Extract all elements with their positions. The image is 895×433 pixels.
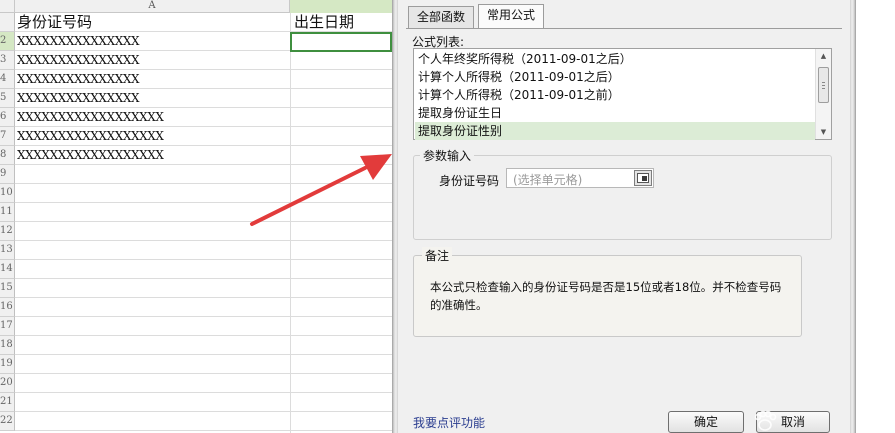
row-divider — [15, 354, 392, 355]
formula-list[interactable]: 个人年终奖所得税（2011-09-01之后） 计算个人所得税（2011-09-0… — [413, 48, 832, 140]
row-divider — [15, 297, 392, 298]
id-number-cell[interactable]: XXXXXXXXXXXXXXXXXX — [17, 146, 164, 165]
spreadsheet: A 2 3 4 5 6 7 8 9 10 11 12 13 14 15 16 17 18 19 20 21 22 身份证… — [0, 0, 392, 433]
row-header[interactable]: 10 — [0, 184, 15, 203]
row-header[interactable]: 6 — [0, 108, 15, 127]
row-header[interactable]: 19 — [0, 355, 15, 374]
scroll-up-icon[interactable]: ▲ — [816, 49, 831, 63]
row-header[interactable]: 8 — [0, 146, 15, 165]
column-divider — [290, 13, 291, 433]
param-id-placeholder: (选择单元格) — [513, 173, 583, 187]
row-header[interactable]: 20 — [0, 374, 15, 393]
row-header[interactable]: 5 — [0, 89, 15, 108]
row-divider — [15, 183, 392, 184]
formula-item-income-tax-before[interactable]: 计算个人所得税（2011-09-01之前） — [415, 86, 815, 104]
selected-cell-b2[interactable] — [290, 32, 392, 52]
column-header-a[interactable]: A — [15, 0, 290, 13]
scrollbar-thumb[interactable] — [818, 67, 829, 103]
row-divider — [15, 373, 392, 374]
formula-item-year-end-bonus-tax[interactable]: 个人年终奖所得税（2011-09-01之后） — [415, 50, 815, 68]
formula-item-extract-birthday[interactable]: 提取身份证生日 — [415, 104, 815, 122]
row-header[interactable]: 9 — [0, 165, 15, 184]
row-divider — [15, 335, 392, 336]
row-header[interactable]: 7 — [0, 127, 15, 146]
row-header[interactable] — [0, 13, 15, 32]
row-divider — [15, 316, 392, 317]
row-divider — [15, 278, 392, 279]
cell-b1-birth-header[interactable]: 出生日期 — [294, 13, 354, 32]
row-divider — [15, 259, 392, 260]
cancel-button[interactable]: 取消 — [756, 411, 830, 433]
scroll-down-icon[interactable]: ▼ — [816, 125, 831, 139]
param-id-label: 身份证号码 — [439, 174, 500, 188]
row-header[interactable]: 15 — [0, 279, 15, 298]
tab-common-formulas[interactable]: 常用公式 — [478, 4, 545, 29]
row-header[interactable]: 12 — [0, 222, 15, 241]
formula-item-extract-gender[interactable]: 提取身份证性别 — [415, 122, 815, 140]
id-number-cell[interactable]: XXXXXXXXXXXXXXXXXX — [17, 127, 164, 146]
select-range-icon[interactable] — [634, 170, 652, 186]
row-divider — [15, 202, 392, 203]
formula-list-scrollbar[interactable]: ▲ ▼ — [815, 49, 831, 139]
row-header[interactable]: 2 — [0, 32, 15, 51]
column-header-b[interactable] — [290, 0, 392, 13]
column-header-row: A — [0, 0, 392, 13]
row-header[interactable]: 21 — [0, 393, 15, 412]
id-number-cell[interactable]: XXXXXXXXXXXXXXX — [17, 70, 140, 89]
insert-function-dialog: 全部函数 常用公式 公式列表: 个人年终奖所得税（2011-09-01之后） 计… — [398, 0, 850, 433]
row-header[interactable]: 17 — [0, 317, 15, 336]
note-box: 本公式只检查输入的身份证号码是否是15位或者18位。并不检查号码的准确性。 — [413, 255, 802, 337]
row-header[interactable]: 3 — [0, 51, 15, 70]
id-number-cell[interactable]: XXXXXXXXXXXXXXX — [17, 32, 140, 51]
note-text: 本公式只检查输入的身份证号码是否是15位或者18位。并不检查号码的准确性。 — [430, 280, 782, 312]
row-header[interactable]: 14 — [0, 260, 15, 279]
row-header[interactable]: 13 — [0, 241, 15, 260]
param-id-input[interactable]: (选择单元格) — [506, 168, 654, 188]
id-number-cell[interactable]: XXXXXXXXXXXXXXX — [17, 51, 140, 70]
row-header[interactable]: 4 — [0, 70, 15, 89]
row-divider — [15, 430, 392, 431]
ok-button[interactable]: 确定 — [668, 411, 744, 433]
tab-all-functions[interactable]: 全部函数 — [408, 6, 475, 28]
row-header[interactable]: 22 — [0, 412, 15, 431]
select-all-corner[interactable] — [0, 0, 15, 13]
row-header[interactable]: 11 — [0, 203, 15, 222]
row-header[interactable]: 18 — [0, 336, 15, 355]
id-number-cell[interactable]: XXXXXXXXXXXXXXX — [17, 89, 140, 108]
cell-a1-id-header[interactable]: 身份证号码 — [17, 13, 92, 32]
note-title: 备注 — [422, 247, 453, 264]
row-divider — [15, 240, 392, 241]
params-group-title: 参数输入 — [420, 147, 475, 164]
formula-item-income-tax-after[interactable]: 计算个人所得税（2011-09-01之后） — [415, 68, 815, 86]
row-divider — [15, 221, 392, 222]
row-divider — [15, 411, 392, 412]
id-number-cell[interactable]: XXXXXXXXXXXXXXXXXX — [17, 108, 164, 127]
feedback-link[interactable]: 我要点评功能 — [413, 414, 485, 431]
row-header[interactable]: 16 — [0, 298, 15, 317]
row-divider — [15, 392, 392, 393]
background-area — [856, 0, 895, 433]
